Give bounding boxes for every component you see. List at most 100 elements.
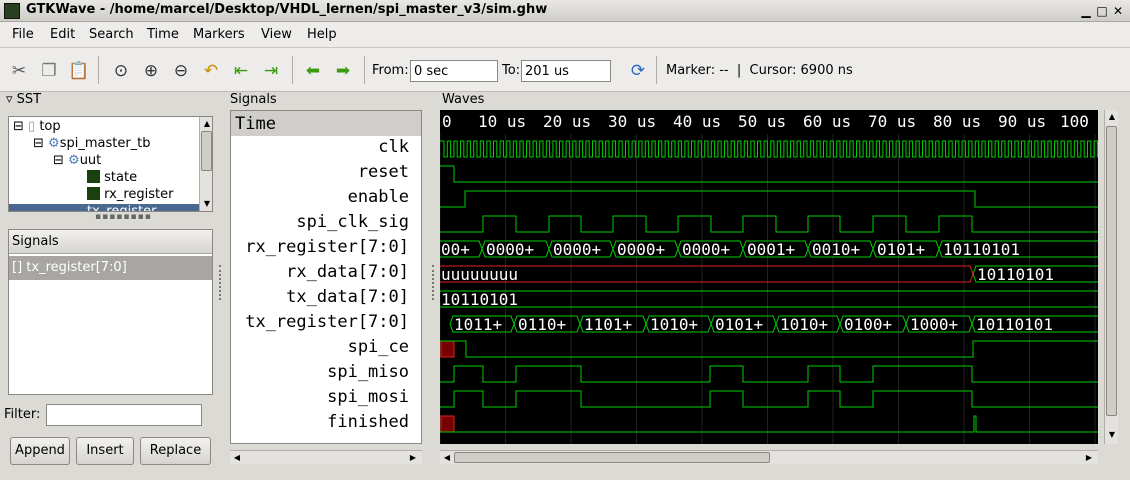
menu-edit[interactable]: Edit: [50, 27, 75, 42]
menu-search[interactable]: Search: [89, 27, 134, 42]
signal-names-panel[interactable]: Time clk reset enable spi_clk_sig rx_registe…: [230, 110, 422, 444]
maximize-icon[interactable]: □: [1094, 3, 1110, 19]
signals-h-scrollbar[interactable]: ◀ ▶: [230, 450, 422, 464]
filter-input[interactable]: [46, 404, 202, 426]
tree-item-rx-register[interactable]: rx_register: [87, 187, 173, 204]
to-time-input[interactable]: [521, 60, 611, 82]
tx-register-bus-value: 1010+: [650, 315, 698, 334]
signal-name-enable[interactable]: enable: [348, 187, 409, 207]
sst-expander[interactable]: ▿ SST: [6, 92, 41, 107]
pane-resize-grip[interactable]: [432, 265, 436, 300]
signals-column-header[interactable]: Signals: [9, 230, 212, 254]
zoom-fit-icon[interactable]: ⊙: [110, 60, 132, 82]
insert-button[interactable]: Insert: [76, 437, 134, 465]
tree-item-tx-register[interactable]: tx_register: [9, 204, 199, 211]
scroll-down-icon[interactable]: ▼: [1105, 428, 1119, 442]
paste-icon[interactable]: 📋: [68, 60, 90, 82]
rx-register-bus-value: 10110101: [943, 240, 1020, 259]
tree-item-state[interactable]: state: [87, 170, 137, 187]
time-header-row: Time: [231, 111, 421, 136]
tree-item-uut[interactable]: ⊟ ⚙uut: [53, 153, 101, 170]
signal-name-spi-ce[interactable]: spi_ce: [348, 337, 409, 357]
time-tick-label: 0: [442, 112, 452, 131]
scroll-left-icon[interactable]: ◀: [230, 451, 244, 465]
time-tick-label: 30 us: [608, 112, 656, 131]
sst-tree[interactable]: ⊟ ▯ top ⊟ ⚙spi_master_tb ⊟ ⚙uut state rx…: [8, 116, 213, 212]
finished-trace: [440, 415, 1098, 433]
signals-pane-label: Signals: [230, 92, 277, 107]
find-previous-edge-icon[interactable]: ⬅: [302, 60, 324, 82]
scroll-up-icon[interactable]: ▲: [200, 117, 212, 131]
scroll-right-icon[interactable]: ▶: [1082, 451, 1096, 465]
menu-help[interactable]: Help: [307, 27, 337, 42]
close-icon[interactable]: ✕: [1110, 3, 1126, 19]
reload-icon[interactable]: ⟳: [627, 60, 649, 82]
copy-icon[interactable]: ❐: [38, 60, 60, 82]
sst-label: SST: [16, 92, 42, 107]
zoom-to-start-icon[interactable]: ⇤: [230, 60, 252, 82]
scroll-up-icon[interactable]: ▲: [1105, 110, 1119, 124]
zoom-out-icon[interactable]: ⊖: [170, 60, 192, 82]
from-time-input[interactable]: [410, 60, 498, 82]
sst-signals-list[interactable]: Signals [] tx_register[7:0]: [8, 229, 213, 395]
scroll-thumb[interactable]: [201, 131, 212, 171]
filter-label: Filter:: [4, 407, 41, 422]
tx-register-bus-value: 0110+: [518, 315, 566, 334]
append-button[interactable]: Append: [10, 437, 70, 465]
rx-register-bus-value: 00+: [441, 240, 470, 259]
scroll-thumb[interactable]: [454, 452, 770, 463]
scroll-down-icon[interactable]: ▼: [200, 197, 212, 211]
scroll-right-icon[interactable]: ▶: [406, 451, 420, 465]
time-tick-label: 80 us: [933, 112, 981, 131]
tree-item-spi-master-tb[interactable]: ⊟ ⚙spi_master_tb: [33, 136, 151, 153]
signal-name-reset[interactable]: reset: [358, 162, 409, 182]
sst-scrollbar[interactable]: ▲ ▼: [199, 117, 212, 211]
waves-pane-label: Waves: [442, 92, 485, 107]
signal-name-tx-register70[interactable]: tx_register[7:0]: [245, 312, 409, 332]
zoom-to-end-icon[interactable]: ⇥: [260, 60, 282, 82]
signal-name-rx-data70[interactable]: rx_data[7:0]: [286, 262, 409, 282]
zoom-in-icon[interactable]: ⊕: [140, 60, 162, 82]
menu-file[interactable]: File: [12, 27, 34, 42]
waveform-canvas[interactable]: 0 10 us 20 us 30 us 40 us 50 us 60 us 70 us 80 u…: [440, 110, 1098, 444]
component-icon: ⚙: [48, 136, 60, 151]
signal-name-clk[interactable]: clk: [378, 137, 409, 157]
module-icon: ▯: [28, 119, 36, 134]
cut-icon[interactable]: ✂: [8, 60, 30, 82]
menu-view[interactable]: View: [261, 27, 292, 42]
pane-resize-grip[interactable]: [219, 265, 223, 300]
toolbar-separator: [364, 56, 365, 84]
rx-register-bus-value: 0000+: [617, 240, 665, 259]
waves-v-scrollbar[interactable]: ▲ ▼: [1104, 110, 1118, 444]
scroll-thumb[interactable]: [1106, 126, 1117, 416]
signal-name-rx-register70[interactable]: rx_register[7:0]: [245, 237, 409, 257]
rx-register-bus-value: 0101+: [877, 240, 925, 259]
scroll-left-icon[interactable]: ◀: [440, 451, 454, 465]
find-next-edge-icon[interactable]: ➡: [332, 60, 354, 82]
time-tick-label: 70 us: [868, 112, 916, 131]
rx-register-bus-value: 0010+: [812, 240, 860, 259]
time-header: Time: [235, 114, 276, 134]
menu-time[interactable]: Time: [147, 27, 179, 42]
time-tick-label: 60 us: [803, 112, 851, 131]
signal-name-finished[interactable]: finished: [327, 412, 409, 432]
undo-zoom-icon[interactable]: ↶: [200, 60, 222, 82]
rx-register-bus-value: 0000+: [486, 240, 534, 259]
marker-cursor-status: Marker: -- | Cursor: 6900 ns: [666, 63, 853, 78]
signal-list-item[interactable]: [] tx_register[7:0]: [9, 256, 212, 280]
waves-h-scrollbar[interactable]: ◀ ▶: [440, 450, 1098, 464]
signal-name-tx-data70[interactable]: tx_data[7:0]: [286, 287, 409, 307]
signal-name-spi-miso[interactable]: spi_miso: [327, 362, 409, 382]
pane-resize-grip[interactable]: ▪▪▪▪▪▪▪▪: [95, 212, 152, 222]
replace-button[interactable]: Replace: [140, 437, 211, 465]
tree-item-top[interactable]: ⊟ ▯ top: [13, 119, 61, 136]
menu-markers[interactable]: Markers: [193, 27, 245, 42]
signal-name-spi-clk-sig[interactable]: spi_clk_sig: [296, 212, 409, 232]
tx-register-bus-value: 1000+: [910, 315, 958, 334]
minimize-icon[interactable]: ▁: [1078, 3, 1094, 19]
clk-trace: [440, 140, 1098, 158]
signal-name-spi-mosi[interactable]: spi_mosi: [327, 387, 409, 407]
enable-trace: [440, 190, 1098, 208]
waves-panel[interactable]: 0 10 us 20 us 30 us 40 us 50 us 60 us 70 us 80 u…: [440, 110, 1098, 444]
gtkwave-app-icon: [4, 3, 20, 19]
